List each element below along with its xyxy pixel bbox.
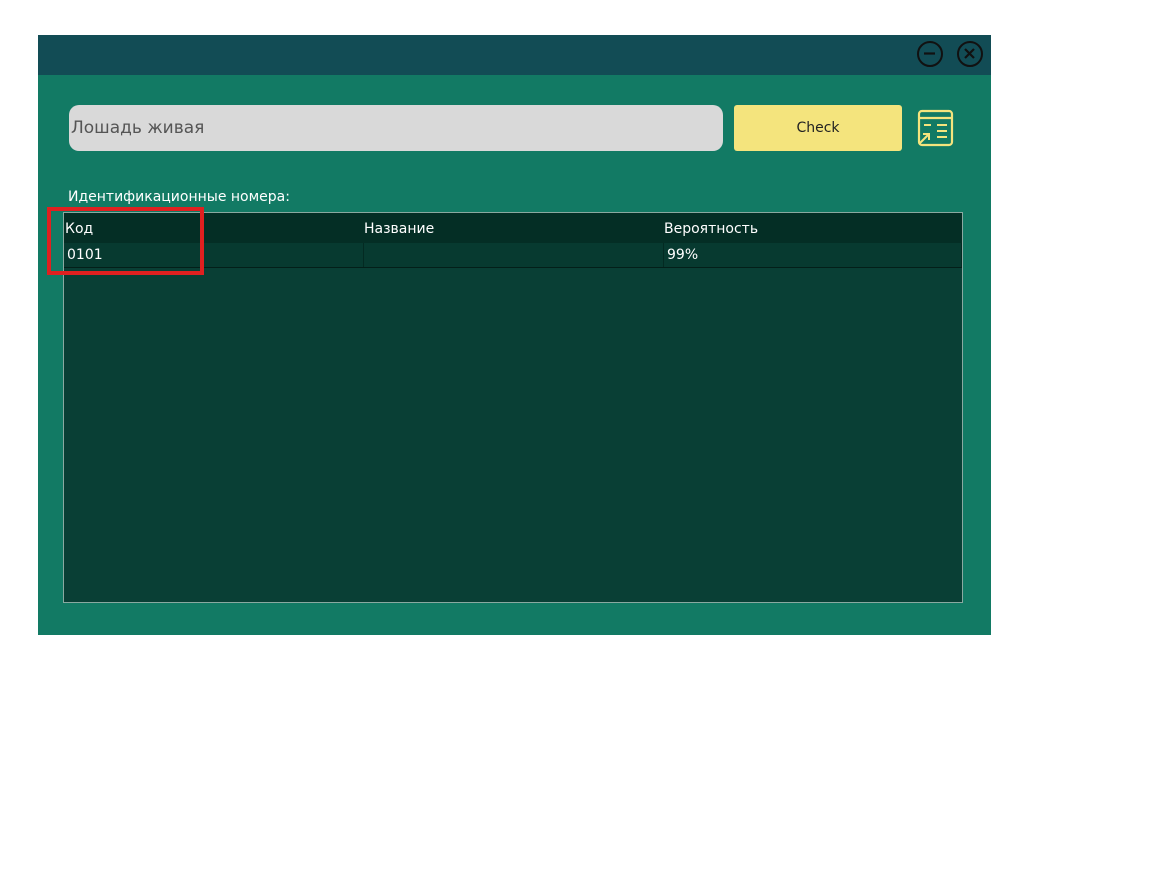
app-window: Check Идентификационные номера: Код Назв… bbox=[38, 35, 991, 635]
minimize-circle-icon bbox=[924, 52, 935, 55]
close-circle-icon bbox=[964, 48, 975, 59]
column-header-code[interactable]: Код bbox=[65, 221, 93, 237]
table-caption: Идентификационные номера: bbox=[68, 189, 290, 205]
results-grid[interactable]: Код Название Вероятность 0101 99% bbox=[63, 212, 963, 603]
grid-header: Код Название Вероятность bbox=[64, 213, 962, 243]
search-input[interactable] bbox=[69, 105, 723, 151]
cell-name[interactable] bbox=[364, 243, 664, 267]
column-header-probability[interactable]: Вероятность bbox=[664, 221, 758, 237]
cell-probability[interactable]: 99% bbox=[664, 243, 962, 267]
report-button[interactable] bbox=[913, 107, 957, 149]
table-row[interactable]: 0101 99% bbox=[64, 243, 962, 268]
column-header-name[interactable]: Название bbox=[364, 221, 434, 237]
minimize-button[interactable] bbox=[917, 41, 943, 67]
title-bar bbox=[38, 35, 991, 75]
cell-code[interactable]: 0101 bbox=[64, 243, 364, 267]
check-button[interactable]: Check bbox=[734, 105, 902, 151]
report-list-icon bbox=[917, 109, 954, 147]
close-button[interactable] bbox=[957, 41, 983, 67]
